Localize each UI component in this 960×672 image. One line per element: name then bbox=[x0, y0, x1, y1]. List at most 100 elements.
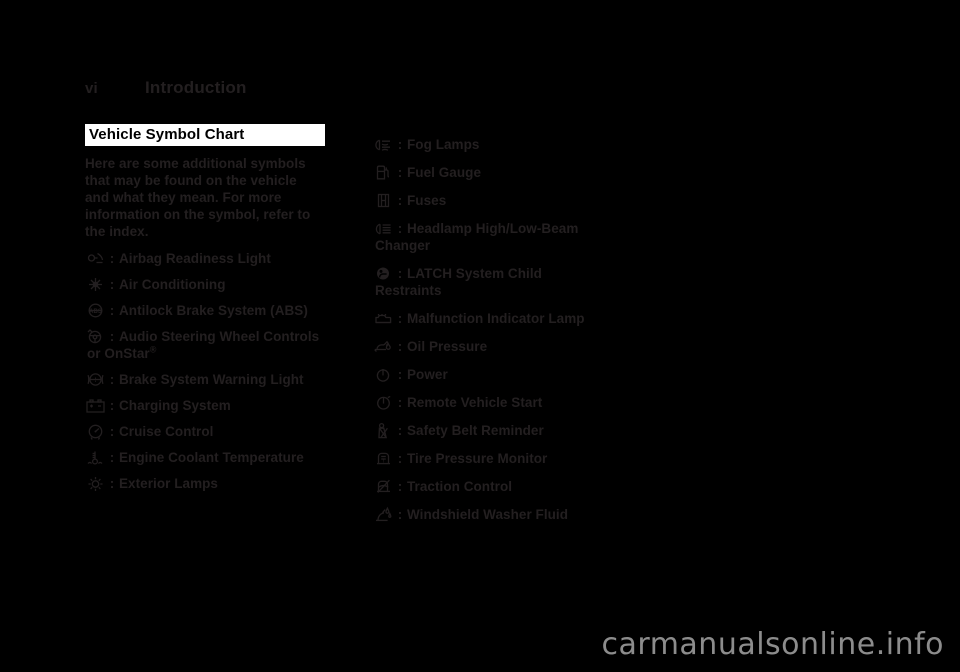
symbol-label: Traction Control bbox=[407, 479, 513, 494]
symbol-separator: : bbox=[397, 395, 403, 410]
safety-belt-reminder-icon bbox=[373, 422, 393, 439]
symbol-row: : Remote Vehicle Start bbox=[373, 394, 641, 411]
page-folio: vi bbox=[85, 80, 98, 97]
symbol-row: : Engine Coolant Temperature bbox=[85, 449, 333, 466]
section-title: Vehicle Symbol Chart bbox=[85, 124, 325, 147]
symbol-separator: : bbox=[397, 311, 403, 326]
symbol-label: Headlamp High/Low-Beam Changer bbox=[375, 220, 641, 254]
airbag-readiness-icon bbox=[85, 250, 105, 267]
right-column: : Fog Lamps: Fuel Gauge: Fuses: Headlamp Hig… bbox=[373, 124, 641, 534]
symbol-label: Fuses bbox=[407, 193, 447, 208]
symbol-label: Fog Lamps bbox=[407, 137, 480, 152]
remote-vehicle-start-icon bbox=[373, 394, 393, 411]
symbol-label: Audio Steering Wheel Controls or OnStar® bbox=[87, 328, 333, 362]
svg-text:!: ! bbox=[94, 378, 96, 384]
symbol-separator: : bbox=[109, 476, 115, 492]
symbol-label: Cruise Control bbox=[119, 424, 214, 440]
fog-lamps-icon bbox=[373, 136, 393, 153]
symbol-row: : Fuel Gauge bbox=[373, 164, 641, 181]
exterior-lamps-icon bbox=[85, 475, 105, 492]
symbol-row: : Exterior Lamps bbox=[85, 475, 333, 492]
audio-steering-wheel-controls-icon bbox=[85, 328, 105, 345]
symbol-label: Windshield Washer Fluid bbox=[407, 507, 569, 522]
oil-pressure-icon bbox=[373, 338, 393, 355]
manual-page: vi Introduction Vehicle Symbol Chart Her… bbox=[0, 0, 960, 672]
charging-system-icon bbox=[85, 397, 105, 414]
symbol-row: : LATCH System Child Restraints bbox=[373, 265, 641, 299]
symbol-separator: : bbox=[397, 137, 403, 152]
symbol-row: : Windshield Washer Fluid bbox=[373, 506, 641, 523]
symbol-separator: : bbox=[109, 424, 115, 440]
symbol-separator: : bbox=[397, 451, 403, 466]
symbol-row: : Cruise Control bbox=[85, 423, 333, 440]
symbol-label: Charging System bbox=[119, 398, 231, 414]
symbol-separator: : bbox=[109, 450, 115, 466]
symbol-label: Power bbox=[407, 367, 448, 382]
symbol-row: : Air Conditioning bbox=[85, 276, 333, 293]
symbol-separator: : bbox=[397, 266, 403, 281]
symbol-row: !: Brake System Warning Light bbox=[85, 371, 333, 388]
symbol-row: : Oil Pressure bbox=[373, 338, 641, 355]
symbol-separator: : bbox=[109, 329, 115, 345]
symbol-separator: : bbox=[109, 372, 115, 388]
engine-coolant-temperature-icon bbox=[85, 449, 105, 466]
symbol-label-continuation: Restraints bbox=[375, 283, 442, 298]
antilock-brake-icon: ABS bbox=[85, 302, 105, 319]
symbol-label-continuation: Changer bbox=[375, 238, 431, 253]
symbol-separator: : bbox=[397, 367, 403, 382]
symbol-row: : Fuses bbox=[373, 192, 641, 209]
malfunction-indicator-lamp-icon bbox=[373, 310, 393, 327]
symbol-label: Brake System Warning Light bbox=[119, 372, 304, 388]
symbol-label: LATCH System Child Restraints bbox=[375, 265, 641, 299]
symbol-row: : Safety Belt Reminder bbox=[373, 422, 641, 439]
symbol-label: Oil Pressure bbox=[407, 339, 488, 354]
symbol-row: ABS: Antilock Brake System (ABS) bbox=[85, 302, 333, 319]
symbol-row: : Malfunction Indicator Lamp bbox=[373, 310, 641, 327]
symbol-label: Antilock Brake System (ABS) bbox=[119, 303, 308, 319]
symbol-label: Malfunction Indicator Lamp bbox=[407, 311, 585, 326]
latch-child-restraint-icon bbox=[373, 265, 393, 282]
svg-text:ABS: ABS bbox=[89, 309, 102, 315]
symbol-row: : Power bbox=[373, 366, 641, 383]
fuses-icon bbox=[373, 192, 393, 209]
tire-pressure-monitor-icon: ! bbox=[373, 450, 393, 467]
power-icon bbox=[373, 366, 393, 383]
symbol-separator: : bbox=[397, 339, 403, 354]
chapter-title: Introduction bbox=[145, 78, 247, 97]
site-watermark: carmanualsonline.info bbox=[601, 627, 944, 662]
body-columns: Vehicle Symbol Chart Here are some addit… bbox=[85, 124, 875, 534]
symbol-row: : Headlamp High/Low-Beam Changer bbox=[373, 220, 641, 254]
symbol-separator: : bbox=[397, 193, 403, 208]
headlamp-high-low-beam-icon bbox=[373, 220, 393, 237]
symbol-row: !: Tire Pressure Monitor bbox=[373, 450, 641, 467]
symbol-separator: : bbox=[397, 479, 403, 494]
windshield-washer-fluid-icon bbox=[373, 506, 393, 523]
symbol-label-continuation: or OnStar® bbox=[87, 344, 157, 362]
symbol-label: Tire Pressure Monitor bbox=[407, 451, 548, 466]
symbol-separator: : bbox=[397, 423, 403, 438]
symbol-separator: : bbox=[109, 398, 115, 414]
symbol-separator: : bbox=[397, 221, 403, 236]
symbol-row: : Traction Control bbox=[373, 478, 641, 495]
symbol-label: Engine Coolant Temperature bbox=[119, 450, 304, 466]
symbol-list-left: : Airbag Readiness Light: Air Conditioning… bbox=[85, 250, 333, 492]
symbol-row: : Airbag Readiness Light bbox=[85, 250, 333, 267]
fuel-gauge-icon bbox=[373, 164, 393, 181]
symbol-row: : Audio Steering Wheel Controls or OnStar® bbox=[85, 328, 333, 362]
symbol-label: Safety Belt Reminder bbox=[407, 423, 544, 438]
symbol-row: : Charging System bbox=[85, 397, 333, 414]
air-conditioning-icon bbox=[85, 276, 105, 293]
cruise-control-icon bbox=[85, 423, 105, 440]
symbol-separator: : bbox=[109, 277, 115, 293]
symbol-label: Exterior Lamps bbox=[119, 476, 218, 492]
symbol-separator: : bbox=[397, 165, 403, 180]
left-column: Vehicle Symbol Chart Here are some addit… bbox=[85, 124, 333, 534]
running-header: vi Introduction bbox=[85, 78, 247, 98]
brake-system-warning-icon: ! bbox=[85, 371, 105, 388]
symbol-label: Air Conditioning bbox=[119, 277, 226, 293]
traction-control-icon bbox=[373, 478, 393, 495]
section-intro: Here are some additional symbols that ma… bbox=[85, 156, 311, 240]
symbol-label: Fuel Gauge bbox=[407, 165, 482, 180]
symbol-label: Remote Vehicle Start bbox=[407, 395, 543, 410]
symbol-separator: : bbox=[109, 303, 115, 319]
